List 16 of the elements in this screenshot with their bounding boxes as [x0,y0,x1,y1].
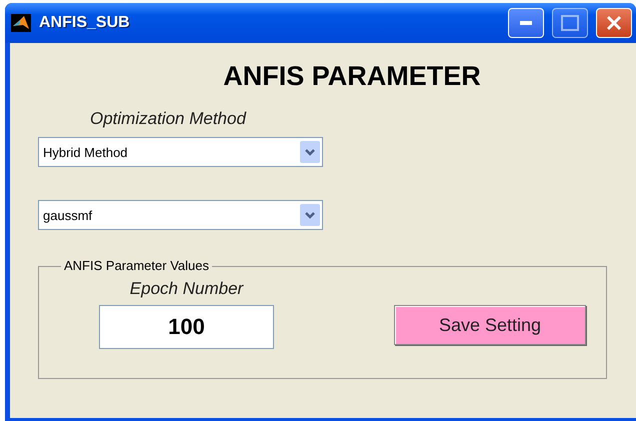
close-button[interactable] [596,8,632,38]
maximize-icon [561,15,579,31]
close-icon [605,14,623,32]
maximize-button[interactable] [552,8,588,38]
epoch-number-field[interactable]: 100 [99,305,274,349]
save-setting-button[interactable]: Save Setting [394,305,586,345]
window-title: ANFIS_SUB [39,14,131,32]
heading: ANFIS PARAMETER [223,61,481,92]
minimize-button[interactable] [508,8,544,38]
group-legend: ANFIS Parameter Values [61,258,212,273]
minimize-icon [520,21,532,25]
membership-function-dropdown[interactable]: gaussmf [38,200,323,230]
optimization-method-label: Optimization Method [90,109,248,129]
optimization-method-dropdown[interactable]: Hybrid Method [38,137,323,167]
app-logo-icon [11,14,31,32]
epoch-number-label: Epoch Number [130,279,244,299]
